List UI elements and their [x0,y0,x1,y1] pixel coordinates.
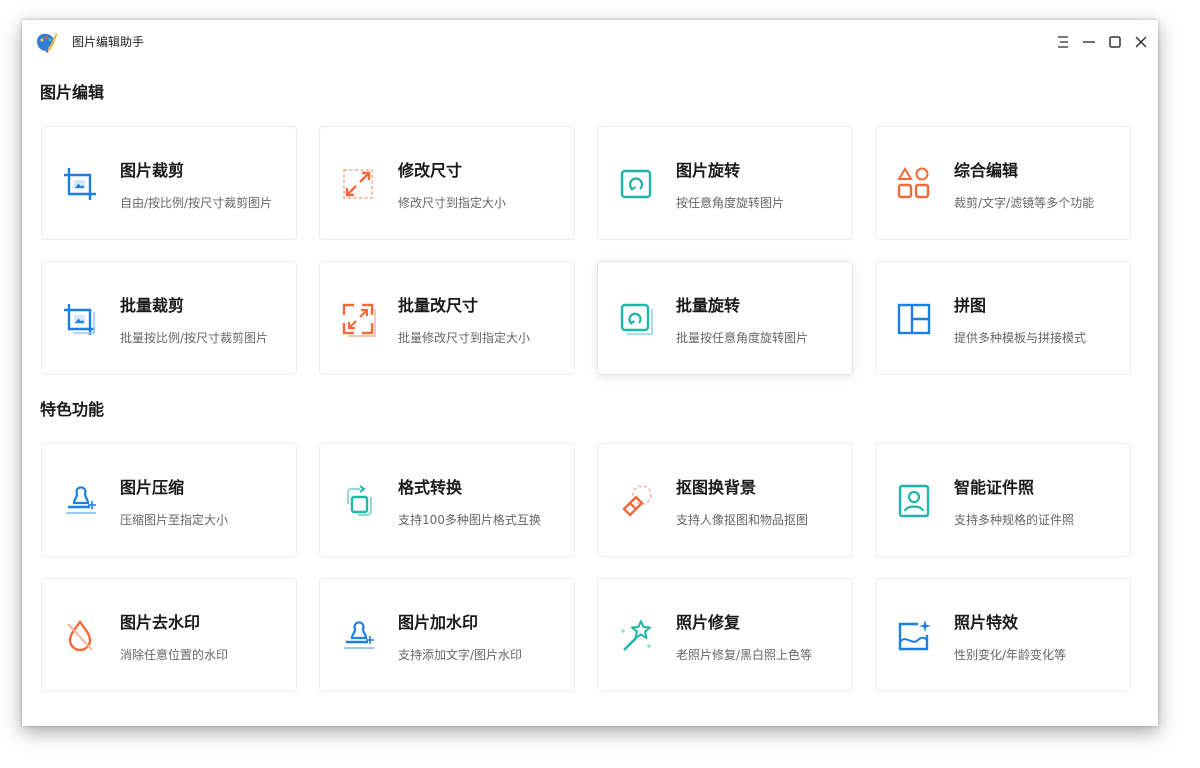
section-title-image-edit: 图片编辑 [40,83,105,102]
card-resize[interactable]: 修改尺寸 修改尺寸到指定大小 [319,126,575,240]
card-batch-crop[interactable]: 批量裁剪 批量按比例/按尺寸裁剪图片 [41,261,297,375]
card-title: 批量改尺寸 [398,296,479,315]
card-title: 图片去水印 [120,613,201,632]
batch-rotate-icon [620,303,653,335]
card-title: 图片裁剪 [120,161,185,180]
minimize-button[interactable] [1076,28,1102,56]
menu-icon [1058,36,1068,48]
eraser-icon [622,485,652,517]
maximize-icon [1109,36,1121,48]
card-title: 拼图 [954,296,987,315]
card-compress[interactable]: 图片压缩 压缩图片至指定大小 [41,443,297,557]
card-desc: 批量按比例/按尺寸裁剪图片 [120,331,269,345]
menu-button[interactable] [1050,28,1076,56]
card-desc: 性别变化/年龄变化等 [954,648,1067,662]
card-add-watermark[interactable]: 图片加水印 支持添加文字/图片水印 [319,578,575,692]
minimize-icon [1083,41,1095,43]
crop-icon [64,168,96,200]
card-desc: 提供多种模板与拼接模式 [954,331,1087,345]
card-title: 批量裁剪 [120,296,185,315]
card-desc: 老照片修复/黑白照上色等 [676,648,813,662]
card-title: 图片旋转 [676,161,741,180]
batch-crop-icon [64,304,95,335]
card-title: 图片加水印 [398,613,479,632]
card-batch-rotate[interactable]: 批量旋转 批量按任意角度旋转图片 [597,261,853,375]
card-desc: 批量按任意角度旋转图片 [676,331,809,345]
shapes-icon [897,167,930,199]
paint-brush-palette-icon [37,33,58,53]
id-photo-icon [898,484,930,518]
card-desc: 支持100多种图片格式互换 [398,513,541,527]
card-title: 智能证件照 [954,478,1035,497]
card-title: 批量旋转 [676,296,741,315]
card-desc: 支持人像抠图和物品抠图 [676,513,809,527]
card-title: 格式转换 [398,478,463,497]
card-title: 综合编辑 [954,161,1019,180]
card-id-photo[interactable]: 智能证件照 支持多种规格的证件照 [875,443,1131,557]
compress-stamp-icon [66,486,96,514]
batch-resize-icon [342,303,376,337]
app-window: 图片编辑助手 图片编辑 图片裁剪 自由/按比例/按尺寸裁剪图片 修改尺寸 修改尺… [22,20,1158,726]
card-title: 照片特效 [954,613,1019,632]
card-desc: 自由/按比例/按尺寸裁剪图片 [120,196,273,210]
card-title: 照片修复 [676,613,741,632]
rotate-icon [620,169,652,199]
section-title-features: 特色功能 [40,400,105,419]
card-desc: 消除任意位置的水印 [120,648,229,662]
format-convert-icon [347,485,372,516]
card-cutout[interactable]: 抠图换背景 支持人像抠图和物品抠图 [597,443,853,557]
card-desc: 支持多种规格的证件照 [954,513,1075,527]
card-desc: 支持添加文字/图片水印 [398,648,523,662]
card-desc: 修改尺寸到指定大小 [398,196,507,210]
card-desc: 裁剪/文字/滤镜等多个功能 [954,196,1095,210]
maximize-button[interactable] [1102,28,1128,56]
card-desc: 批量修改尺寸到指定大小 [398,331,531,345]
card-remove-watermark[interactable]: 图片去水印 消除任意位置的水印 [41,578,297,692]
card-title: 图片压缩 [120,478,185,497]
add-watermark-icon [344,621,374,649]
window-controls [1050,28,1154,56]
magic-wand-icon [621,620,651,651]
title-bar: 图片编辑助手 [22,20,1158,64]
card-rotate[interactable]: 图片旋转 按任意角度旋转图片 [597,126,853,240]
card-comprehensive-edit[interactable]: 综合编辑 裁剪/文字/滤镜等多个功能 [875,126,1131,240]
card-desc: 压缩图片至指定大小 [120,513,229,527]
card-batch-resize[interactable]: 批量改尺寸 批量修改尺寸到指定大小 [319,261,575,375]
close-icon [1135,36,1147,48]
resize-icon [343,169,373,199]
card-photo-effects[interactable]: 照片特效 性别变化/年龄变化等 [875,578,1131,692]
card-crop[interactable]: 图片裁剪 自由/按比例/按尺寸裁剪图片 [41,126,297,240]
card-photo-repair[interactable]: 照片修复 老照片修复/黑白照上色等 [597,578,853,692]
collage-icon [897,303,931,335]
card-title: 抠图换背景 [676,478,757,497]
app-title: 图片编辑助手 [72,35,145,49]
card-format-convert[interactable]: 格式转换 支持100多种图片格式互换 [319,443,575,557]
image-sparkle-icon [898,620,931,651]
card-title: 修改尺寸 [398,161,463,180]
card-collage[interactable]: 拼图 提供多种模板与拼接模式 [875,261,1131,375]
card-desc: 按任意角度旋转图片 [676,196,785,210]
close-button[interactable] [1128,28,1154,56]
remove-watermark-icon [67,620,93,652]
